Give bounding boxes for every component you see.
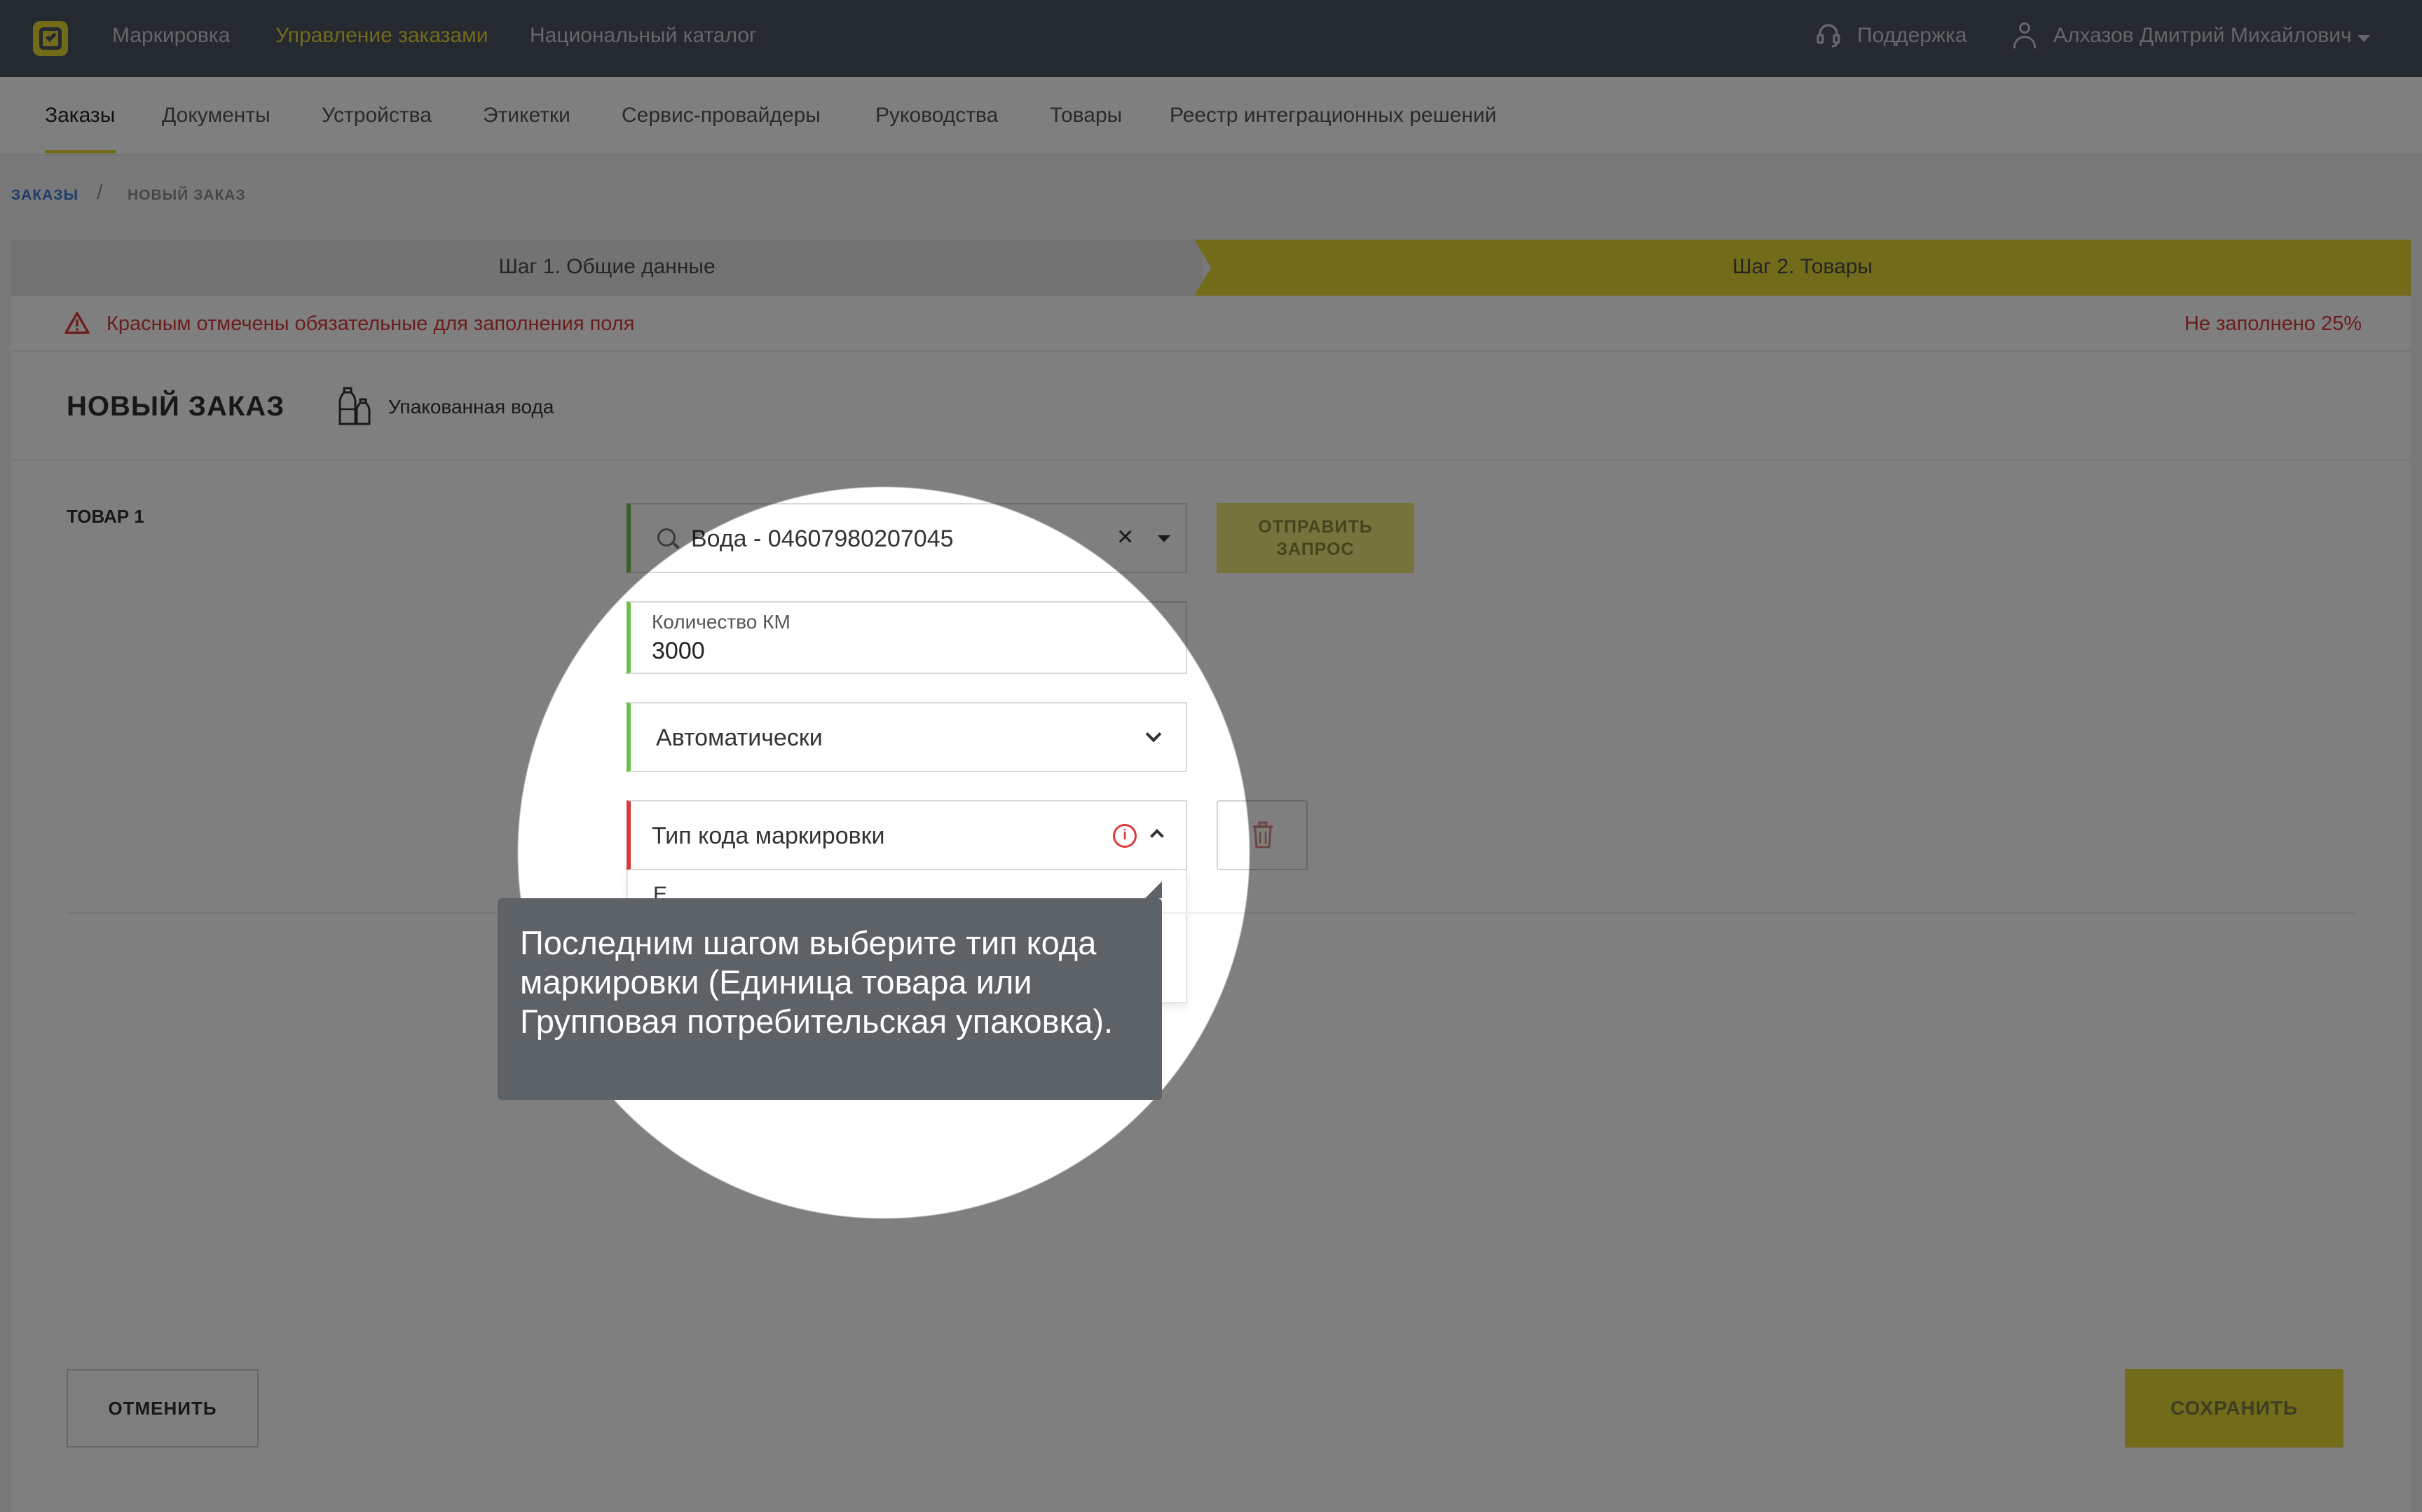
required-fields-alert: Красным отмечены обязательные для заполн…: [11, 296, 2411, 352]
send-request-button[interactable]: ОТПРАВИТЬ ЗАПРОС: [1217, 503, 1414, 573]
step-2-label: Шаг 2. Товары: [1732, 255, 1873, 278]
tab-documents[interactable]: Документы: [162, 104, 271, 128]
tab-guides[interactable]: Руководства: [875, 104, 998, 128]
tab-integration-registry[interactable]: Реестр интеграционных решений: [1170, 104, 1496, 128]
tab-orders[interactable]: Заказы: [45, 104, 115, 128]
tab-products[interactable]: Товары: [1050, 104, 1122, 128]
breadcrumb-separator: /: [97, 181, 103, 204]
topnav-order-management[interactable]: Управление заказами: [275, 24, 488, 48]
tab-service-providers[interactable]: Сервис-провайдеры: [622, 104, 821, 128]
caret-down-icon[interactable]: [1158, 535, 1170, 542]
save-label: СОХРАНИТЬ: [2170, 1397, 2298, 1419]
support-link[interactable]: Поддержка: [1857, 24, 1967, 48]
order-header: НОВЫЙ ЗАКАЗ Упакованная вода: [11, 352, 2411, 461]
tooltip-text: Последним шагом выберите тип кода маркир…: [520, 924, 1114, 1040]
code-type-select[interactable]: Тип кода маркировки i: [627, 800, 1187, 870]
product-category: Упакованная вода: [388, 396, 554, 418]
trash-icon: [1253, 821, 1273, 848]
top-bar: Маркировка Управление заказами Националь…: [0, 0, 2422, 77]
breadcrumb-current: НОВЫЙ ЗАКАЗ: [128, 187, 246, 203]
chevron-down-icon[interactable]: [1145, 726, 1162, 743]
order-form: Красным отмечены обязательные для заполн…: [11, 296, 2411, 1512]
step-general-data[interactable]: Шаг 1. Общие данные: [11, 240, 1203, 296]
code-type-placeholder: Тип кода маркировки: [652, 823, 885, 849]
quantity-field[interactable]: Количество КМ 3000: [627, 601, 1187, 674]
caret-down-icon[interactable]: [2358, 35, 2370, 42]
close-icon[interactable]: ×: [1117, 523, 1133, 551]
section-divider: [67, 912, 2355, 914]
delete-item-button[interactable]: [1217, 800, 1308, 870]
user-icon: [2013, 22, 2037, 48]
headset-icon: [1817, 24, 1840, 48]
page-title: НОВЫЙ ЗАКАЗ: [67, 391, 285, 422]
quantity-value[interactable]: 3000: [652, 638, 705, 665]
step-1-label: Шаг 1. Общие данные: [498, 255, 716, 278]
app-logo-icon[interactable]: [33, 21, 68, 56]
section-tabs: Заказы Документы Устройства Этикетки Сер…: [0, 77, 2422, 156]
product-search-field[interactable]: Вода - 04607980207045 ×: [627, 503, 1187, 573]
alert-message: Красным отмечены обязательные для заполн…: [107, 312, 635, 335]
item-label: ТОВАР 1: [67, 506, 144, 527]
breadcrumb-orders[interactable]: ЗАКАЗЫ: [11, 187, 78, 204]
save-button[interactable]: СОХРАНИТЬ: [2125, 1369, 2344, 1448]
generation-mode-select[interactable]: Автоматически: [627, 702, 1187, 772]
warning-icon: [64, 312, 90, 334]
bottled-water-icon: [338, 387, 371, 425]
send-request-label-1: ОТПРАВИТЬ: [1258, 517, 1373, 537]
send-request-label-2: ЗАПРОС: [1276, 539, 1355, 559]
chevron-up-icon[interactable]: [1150, 829, 1164, 843]
product-search-value[interactable]: Вода - 04607980207045: [691, 525, 954, 553]
generation-mode-value: Автоматически: [656, 724, 823, 751]
step-products[interactable]: Шаг 2. Товары: [1194, 240, 2411, 296]
cancel-label: ОТМЕНИТЬ: [108, 1397, 217, 1419]
user-menu[interactable]: Алхазов Дмитрий Михайлович: [2053, 24, 2352, 48]
onboarding-tooltip: Последним шагом выберите тип кода маркир…: [498, 881, 1162, 1100]
active-tab-indicator: [45, 150, 116, 153]
completion-status: Не заполнено 25%: [2184, 312, 2362, 335]
info-icon[interactable]: i: [1113, 824, 1137, 848]
tab-labels[interactable]: Этикетки: [483, 104, 570, 128]
search-icon: [657, 528, 676, 547]
quantity-label: Количество КМ: [652, 611, 791, 633]
cancel-button[interactable]: ОТМЕНИТЬ: [67, 1369, 259, 1448]
tab-devices[interactable]: Устройства: [322, 104, 432, 128]
topnav-marking[interactable]: Маркировка: [112, 24, 230, 48]
topnav-national-catalog[interactable]: Национальный каталог: [530, 24, 757, 48]
